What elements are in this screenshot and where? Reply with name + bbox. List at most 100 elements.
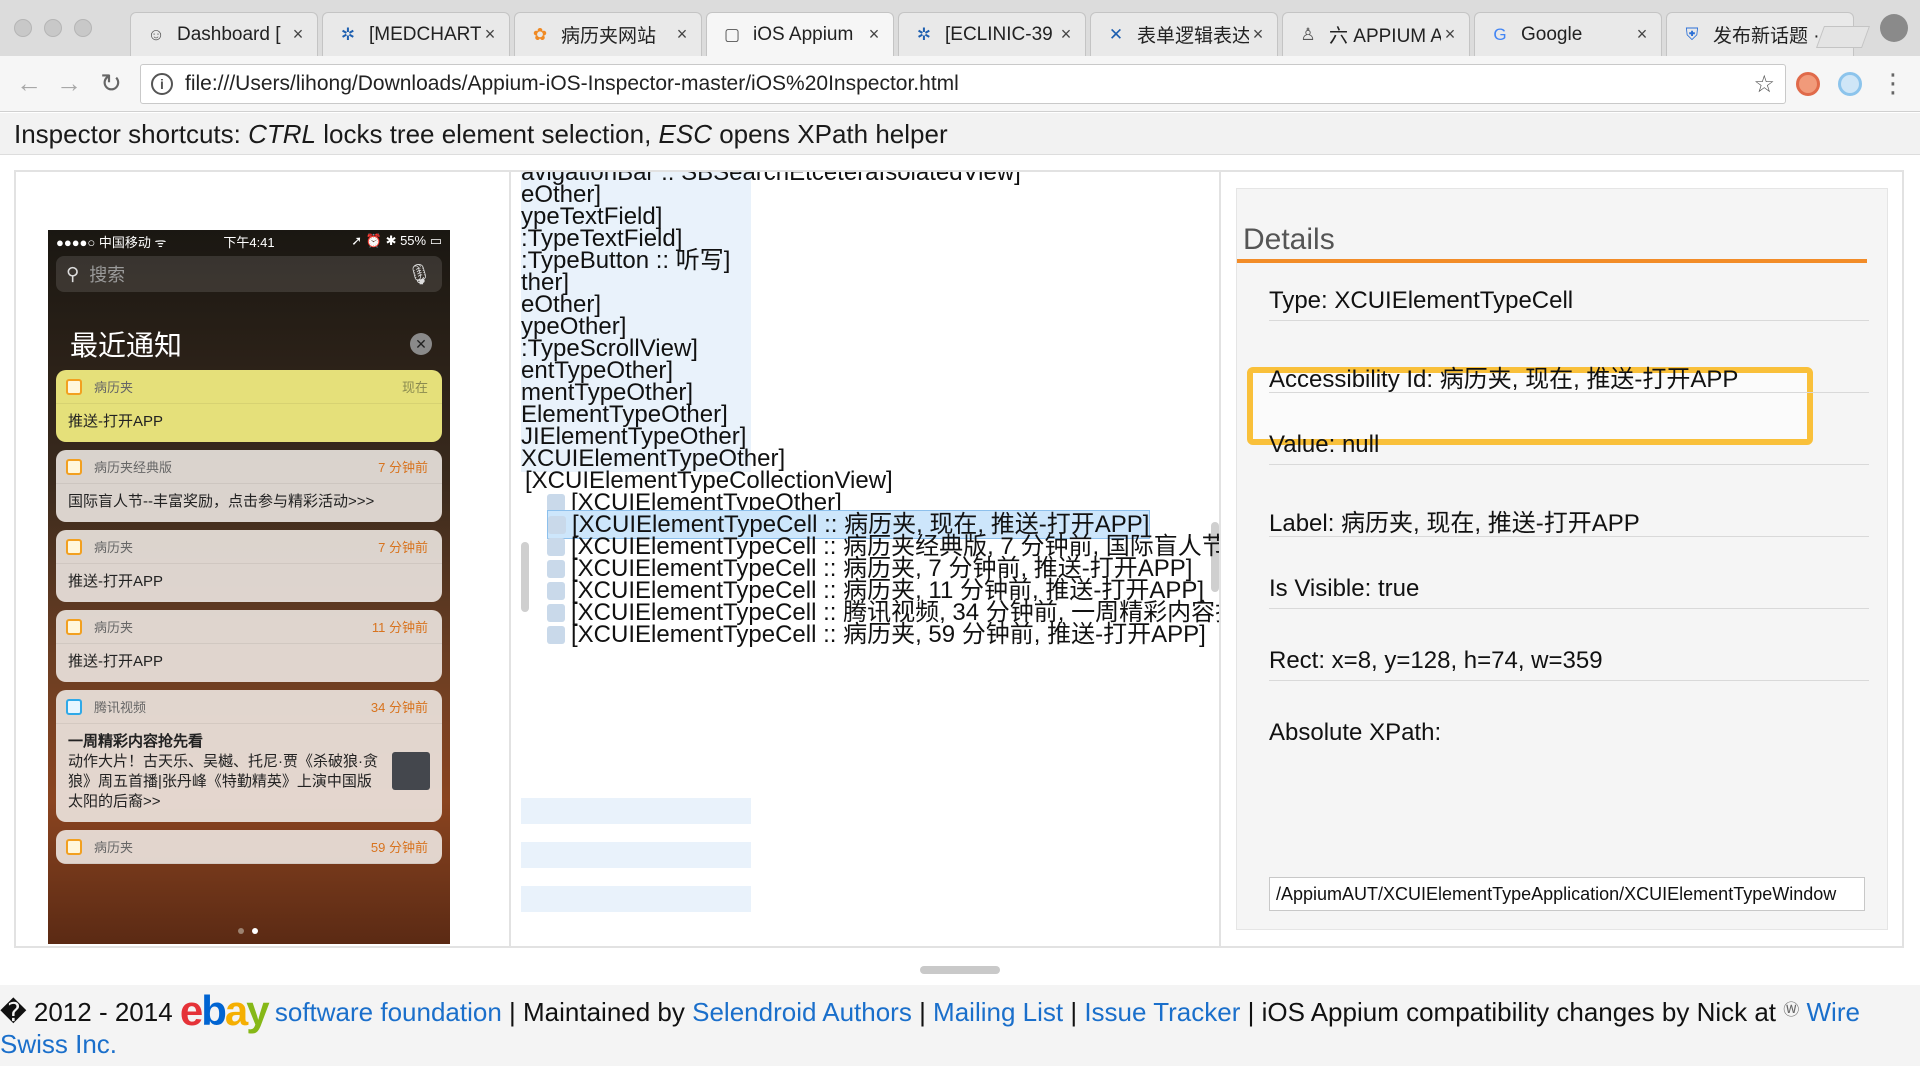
detail-value: XCUIElementTypeCell <box>1327 287 1574 314</box>
notification-time: 11 分钟前 <box>371 620 428 635</box>
menu-kebab-icon[interactable]: ⋮ <box>1878 68 1908 99</box>
close-window-button[interactable] <box>14 19 32 37</box>
detail-key: Label: <box>1269 510 1335 537</box>
browser-tab[interactable]: ✿ 病历夹网站 × <box>514 12 702 56</box>
browser-tab[interactable]: G Google × <box>1474 12 1662 56</box>
tab-title: [MEDCHART <box>369 23 481 45</box>
status-time: 下午4:41 <box>223 234 275 250</box>
inspector-panels: ●●●●○ 中国移动 ᯤ 下午4:41 ➚ ⏰ ✱ 55% ▭ ⚲ 搜索 🎙 最… <box>14 170 1904 948</box>
notification-time: 34 分钟前 <box>370 700 428 715</box>
tab-strip: ☺ Dashboard [× ✲ [MEDCHART × ✿ 病历夹网站 × ▢ iOS Appi… <box>0 0 1920 56</box>
shortcuts-banner: Inspector shortcuts: CTRL locks tree ele… <box>0 113 1920 155</box>
clear-notifications-icon[interactable]: ✕ <box>410 333 432 355</box>
status-bar: ●●●●○ 中国移动 ᯤ 下午4:41 ➚ ⏰ ✱ 55% ▭ <box>48 230 450 252</box>
link-mailing-list[interactable]: Mailing List <box>933 997 1063 1027</box>
reload-icon[interactable]: ↻ <box>96 68 126 99</box>
extension-icon[interactable] <box>1796 72 1820 96</box>
notification-card[interactable]: 病历夹 59 分钟前 <box>56 830 442 864</box>
ebay-logo: ebay <box>179 987 270 1034</box>
app-icon <box>66 698 82 715</box>
browser-tab[interactable]: ▢ iOS Appium × <box>706 12 894 56</box>
microphone-icon[interactable]: 🎙 <box>407 262 432 287</box>
browser-toolbar: ← → ↻ i file:///Users/lihong/Downloads/A… <box>0 56 1920 112</box>
document-icon: ▢ <box>723 24 741 44</box>
address-bar[interactable]: i file:///Users/lihong/Downloads/Appium-… <box>140 64 1786 104</box>
notification-app: 病历夹 <box>94 380 134 395</box>
footer-sep: | Maintained by <box>501 997 693 1027</box>
detail-row: Absolute XPath: <box>1269 719 1869 753</box>
tab-title: 发布新话题 · <box>1713 26 1820 47</box>
close-tab-icon[interactable]: × <box>673 24 691 45</box>
device-screenshot[interactable]: ●●●●○ 中国移动 ᯤ 下午4:41 ➚ ⏰ ✱ 55% ▭ ⚲ 搜索 🎙 最… <box>48 230 450 944</box>
notification-title: 一周精彩内容抢先看 <box>68 733 204 750</box>
notification-app: 病历夹 <box>94 540 134 555</box>
minimize-window-button[interactable] <box>44 19 62 37</box>
recent-notifications-header: 最近通知 ✕ <box>48 296 450 370</box>
detail-row: Type: XCUIElementTypeCell <box>1269 287 1869 321</box>
extension-icon[interactable] <box>1838 72 1862 96</box>
element-tree-pane: avigationBar :: SBSearchEtceteraIsolated… <box>521 172 1221 946</box>
app-icon <box>66 458 82 475</box>
bookmark-star-icon[interactable]: ☆ <box>1753 70 1775 99</box>
browser-tab[interactable]: ☺ Dashboard [× <box>130 12 318 56</box>
notification-app: 病历夹 <box>94 620 134 635</box>
shortcuts-prefix: Inspector shortcuts: <box>14 119 249 149</box>
tab-title: [ECLINIC-39 <box>945 23 1053 45</box>
detail-value: 病历夹, 现在, 推送-打开APP <box>1334 510 1640 537</box>
close-tab-icon[interactable]: × <box>1057 24 1075 45</box>
notification-card[interactable]: 腾讯视频 34 分钟前一周精彩内容抢先看动作大片！古天乐、吴樾、托尼·贾《杀破狼·… <box>56 690 442 822</box>
forward-arrow-icon[interactable]: → <box>54 68 84 99</box>
footer-copyright: � 2012 - 2014 <box>0 997 180 1027</box>
screenshot-pane: ●●●●○ 中国移动 ᯤ 下午4:41 ➚ ⏰ ✱ 55% ▭ ⚲ 搜索 🎙 最… <box>16 172 511 946</box>
notification-body: 推送-打开APP <box>68 573 164 590</box>
new-tab-button[interactable] <box>1815 26 1871 48</box>
footer-sep: | <box>1063 997 1085 1027</box>
notification-card[interactable]: 病历夹 11 分钟前 推送-打开APP <box>56 610 442 682</box>
browser-tab[interactable]: ♙ 六 APPIUM A × <box>1282 12 1470 56</box>
notification-app: 腾讯视频 <box>94 700 147 715</box>
phone-search-bar[interactable]: ⚲ 搜索 🎙 <box>56 256 442 292</box>
close-tab-icon[interactable]: × <box>289 24 307 45</box>
notification-card[interactable]: 病历夹 7 分钟前 推送-打开APP <box>56 530 442 602</box>
back-arrow-icon[interactable]: ← <box>14 68 44 99</box>
info-icon[interactable]: i <box>151 73 173 95</box>
close-tab-icon[interactable]: × <box>865 24 883 45</box>
node-icon <box>547 560 565 578</box>
browser-tab[interactable]: ✕ 表单逻辑表达 × <box>1090 12 1278 56</box>
close-tab-icon[interactable]: × <box>1441 24 1459 45</box>
horizontal-scrollbar[interactable] <box>920 966 1000 974</box>
detail-row: Accessibility Id: 病历夹, 现在, 推送-打开APP <box>1269 359 1869 393</box>
tree-scrollbar-left[interactable] <box>521 542 529 612</box>
xpath-field[interactable]: /AppiumAUT/XCUIElementTypeApplication/XC… <box>1269 877 1865 911</box>
footer: � 2012 - 2014 ebay software foundation |… <box>0 985 1920 1066</box>
notification-card[interactable]: 病历夹经典版 7 分钟前 国际盲人节--丰富奖励，点击参与精彩活动>>> <box>56 450 442 522</box>
notification-body: 国际盲人节--丰富奖励，点击参与精彩活动>>> <box>68 493 375 510</box>
shortcut-key-ctrl: CTRL <box>248 119 317 149</box>
details-pane: Details Type: XCUIElementTypeCell Accessi… <box>1236 188 1888 930</box>
tab-title: iOS Appium <box>753 23 854 45</box>
user-icon: ♙ <box>1300 24 1316 44</box>
link-software-foundation[interactable]: software foundation <box>275 997 502 1027</box>
close-tab-icon[interactable]: × <box>1633 24 1651 45</box>
tab-title: Google <box>1521 23 1583 45</box>
link-selendroid-authors[interactable]: Selendroid Authors <box>692 997 912 1027</box>
app-icon <box>66 538 82 555</box>
browser-tab[interactable]: ✲ [MEDCHART × <box>322 12 510 56</box>
notification-body: 动作大片！古天乐、吴樾、托尼·贾《杀破狼·贪狼》周五首播|张丹峰《特勤精英》上演… <box>68 753 378 810</box>
tree-node[interactable]: [XCUIElementTypeCell :: 病历夹, 59 分钟前, 推送-… <box>547 622 1206 648</box>
notification-app: 病历夹 <box>94 840 134 855</box>
close-tab-icon[interactable]: × <box>481 24 499 45</box>
search-placeholder: 搜索 <box>89 265 126 285</box>
details-heading: Details <box>1237 189 1867 263</box>
google-icon: G <box>1493 24 1507 44</box>
maximize-window-button[interactable] <box>74 19 92 37</box>
tree-empty-row <box>521 886 751 912</box>
notification-card[interactable]: 病历夹 现在 推送-打开APP <box>56 370 442 442</box>
detail-key: Rect: <box>1269 647 1326 674</box>
link-issue-tracker[interactable]: Issue Tracker <box>1084 997 1240 1027</box>
shortcuts-mid: locks tree element selection, <box>316 119 659 149</box>
browser-tab[interactable]: ✲ [ECLINIC-39 × <box>898 12 1086 56</box>
profile-avatar[interactable] <box>1880 14 1908 42</box>
footer-sep: | iOS Appium compatibility changes by Ni… <box>1240 997 1784 1027</box>
close-tab-icon[interactable]: × <box>1249 24 1267 45</box>
